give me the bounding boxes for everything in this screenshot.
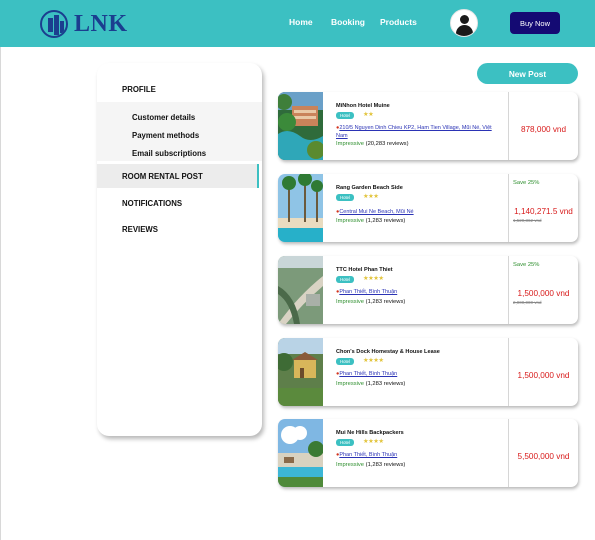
- listing-address[interactable]: ●Central Mui Ne Beach, Mũi Né: [336, 209, 496, 217]
- discount-badge: Save 25%: [513, 180, 540, 186]
- profile-submenu: Customer details Payment methods Email s…: [97, 102, 262, 161]
- listing-address[interactable]: ●Phan Thiết, Bình Thuận: [336, 371, 496, 379]
- account-sidebar: PROFILE Customer details Payment methods…: [97, 63, 262, 436]
- original-price: 1,520,362 vnd: [513, 218, 542, 223]
- user-avatar-icon[interactable]: [450, 9, 478, 37]
- star-icon: ★★★★: [363, 438, 384, 445]
- page-divider: [0, 47, 1, 540]
- review-count: (1,283 reviews): [365, 218, 406, 224]
- review-count: (1,283 reviews): [365, 381, 406, 387]
- listing-type-badge: Hotel: [336, 439, 355, 446]
- listing-address-link[interactable]: Phan Thiết, Bình Thuận: [339, 452, 397, 458]
- listing-name[interactable]: MiNhon Hotel Muine: [336, 103, 390, 109]
- sidebar-item-profile[interactable]: PROFILE: [97, 85, 262, 94]
- star-icon: ★★: [363, 111, 374, 118]
- buy-now-button[interactable]: Buy Now: [510, 12, 560, 34]
- brand-name: LNK: [74, 10, 128, 37]
- listing-price: 878,000 vnd: [520, 125, 567, 134]
- listing-rating: Impressive (1,283 reviews): [336, 299, 405, 305]
- listing-rating: Impressive (1,283 reviews): [336, 218, 405, 224]
- listing-name[interactable]: Chon's Dock Homestay & House Lease: [336, 349, 440, 355]
- sidebar-item-room-rental-post[interactable]: ROOM RENTAL POST: [97, 164, 259, 188]
- listing-address[interactable]: ●210/5 Nguyen Dinh Chieu KP2, Ham Tien V…: [336, 125, 496, 140]
- review-count: (1,283 reviews): [365, 299, 406, 305]
- listing-address[interactable]: ●Phan Thiết, Bình Thuận: [336, 289, 496, 297]
- listing-rating: Impressive (20,283 reviews): [336, 141, 409, 147]
- nav-products-link[interactable]: Products: [380, 17, 417, 27]
- listing-type-badge: Hotel: [336, 112, 355, 119]
- star-icon: ★★★★: [363, 275, 384, 282]
- listing-address-link[interactable]: 210/5 Nguyen Dinh Chieu KP2, Ham Tien Vi…: [336, 125, 492, 139]
- listing-price: 1,500,000 vnd: [517, 289, 570, 298]
- listing-name[interactable]: Rang Garden Beach Side: [336, 185, 403, 191]
- sidebar-item-reviews[interactable]: REVIEWS: [97, 225, 262, 234]
- listing-address-link[interactable]: Phan Thiết, Bình Thuận: [339, 371, 397, 377]
- original-price: 2,000,000 vnd: [513, 300, 542, 305]
- hotel-photo: [278, 256, 323, 324]
- star-icon: ★★★: [363, 193, 379, 200]
- sidebar-item-label: ROOM RENTAL POST: [122, 172, 203, 181]
- listing-address[interactable]: ●Phan Thiết, Bình Thuận: [336, 452, 496, 460]
- sidebar-item-customer-details[interactable]: Customer details: [132, 113, 195, 122]
- logo-icon: [40, 10, 68, 38]
- listing-card[interactable]: TTC Hotel Phan Thiet Hotel ★★★★ ●Phan Th…: [278, 256, 578, 324]
- listing-rating: Impressive (1,283 reviews): [336, 462, 405, 468]
- discount-badge: Save 25%: [513, 262, 540, 268]
- nav-booking-link[interactable]: Booking: [331, 17, 365, 27]
- listing-price: 1,140,271.5 vnd: [514, 207, 573, 216]
- brand-logo[interactable]: LNK: [40, 9, 128, 39]
- hotel-photo: [278, 92, 323, 160]
- listing-address-link[interactable]: Central Mui Ne Beach, Mũi Né: [339, 209, 413, 215]
- sidebar-item-email-subscriptions[interactable]: Email subscriptions: [132, 149, 206, 158]
- rating-label: Impressive: [336, 299, 365, 305]
- hotel-photo: [278, 338, 323, 406]
- hotel-photo: [278, 419, 323, 487]
- listing-address-link[interactable]: Phan Thiết, Bình Thuận: [339, 289, 397, 295]
- rating-label: Impressive: [336, 462, 365, 468]
- new-post-button[interactable]: New Post: [477, 63, 578, 84]
- rating-label: Impressive: [336, 141, 365, 147]
- sidebar-item-payment-methods[interactable]: Payment methods: [132, 131, 199, 140]
- rating-label: Impressive: [336, 381, 365, 387]
- sidebar-item-notifications[interactable]: NOTIFICATIONS: [97, 199, 262, 208]
- hotel-photo: [278, 174, 323, 242]
- listing-card[interactable]: Rang Garden Beach Side Hotel ★★★ ●Centra…: [278, 174, 578, 242]
- listing-name[interactable]: TTC Hotel Phan Thiet: [336, 267, 393, 273]
- listing-type-badge: Hotel: [336, 358, 355, 365]
- star-icon: ★★★★: [363, 357, 384, 364]
- listing-type-badge: Hotel: [336, 194, 355, 201]
- listing-price: 5,500,000 vnd: [517, 452, 570, 461]
- review-count: (1,283 reviews): [365, 462, 406, 468]
- listing-card[interactable]: MiNhon Hotel Muine Hotel ★★ ●210/5 Nguye…: [278, 92, 578, 160]
- listing-rating: Impressive (1,283 reviews): [336, 381, 405, 387]
- listing-price: 1,500,000 vnd: [517, 371, 570, 380]
- review-count: (20,283 reviews): [365, 141, 409, 147]
- listing-card[interactable]: Chon's Dock Homestay & House Lease Hotel…: [278, 338, 578, 406]
- listing-type-badge: Hotel: [336, 276, 355, 283]
- nav-home-link[interactable]: Home: [289, 17, 313, 27]
- top-header: LNK Home Booking Products Buy Now: [0, 0, 595, 47]
- listing-card[interactable]: Mui Ne Hills Backpackers Hotel ★★★★ ●Pha…: [278, 419, 578, 487]
- rating-label: Impressive: [336, 218, 365, 224]
- listing-name[interactable]: Mui Ne Hills Backpackers: [336, 430, 404, 436]
